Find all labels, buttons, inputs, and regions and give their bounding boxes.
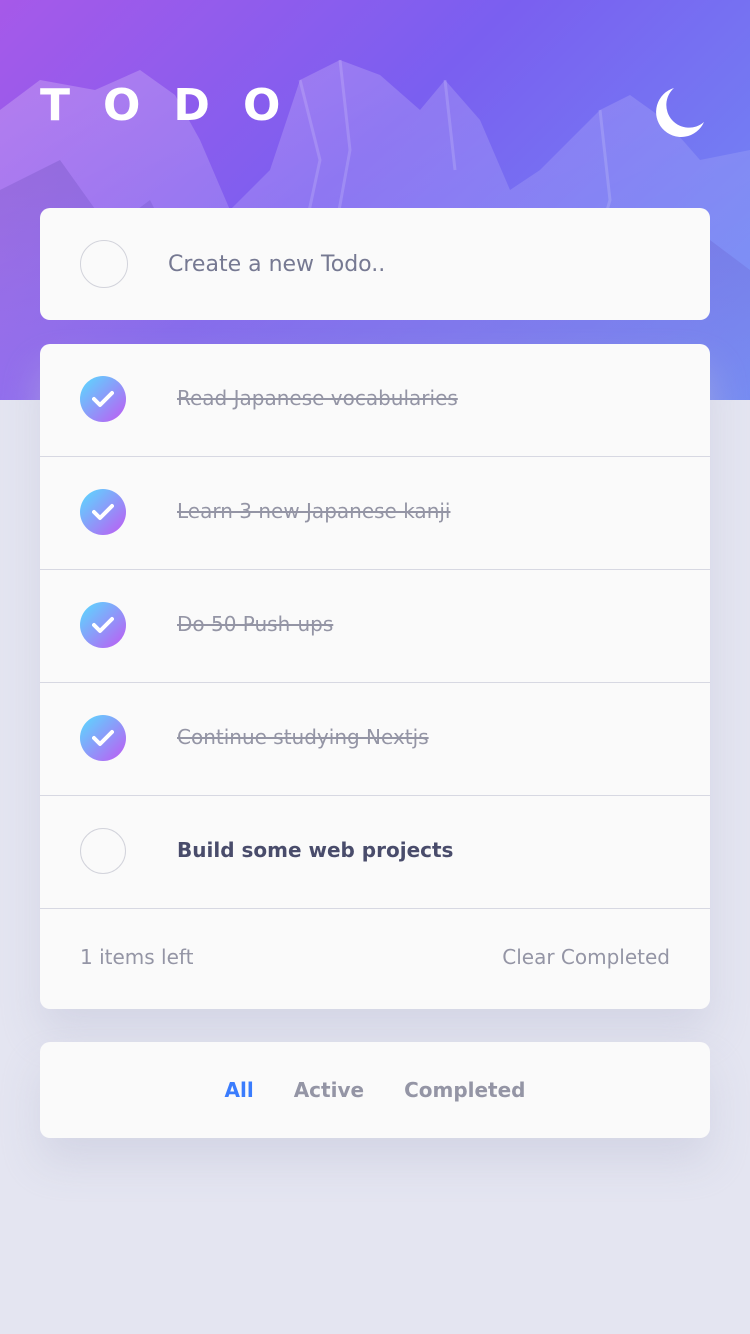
items-left-count: 1 items left [80, 945, 194, 969]
todo-text: Learn 3 new Japanese kanji [177, 499, 451, 523]
new-todo-card [40, 208, 710, 320]
todo-item[interactable]: Build some web projects [40, 796, 710, 909]
header-background-image [0, 0, 750, 400]
todo-text: Read Japanese vocabularies [177, 386, 458, 410]
new-todo-input[interactable] [168, 240, 668, 288]
app-title: TODO [40, 80, 314, 131]
check-icon [92, 504, 114, 520]
todo-checkbox[interactable] [80, 828, 126, 874]
theme-toggle-button[interactable] [652, 84, 708, 140]
check-icon [92, 391, 114, 407]
moon-icon [656, 88, 704, 137]
check-icon [92, 730, 114, 746]
new-todo-checkbox[interactable] [80, 240, 128, 288]
filter-bar: All Active Completed [40, 1042, 710, 1138]
check-icon [92, 617, 114, 633]
todo-checkbox-checked[interactable] [80, 489, 126, 535]
todo-item[interactable]: Read Japanese vocabularies [40, 344, 710, 457]
filter-active[interactable]: Active [294, 1078, 364, 1102]
filter-completed[interactable]: Completed [404, 1078, 525, 1102]
todo-text: Build some web projects [177, 838, 454, 862]
todo-item[interactable]: Learn 3 new Japanese kanji [40, 457, 710, 570]
todo-item[interactable]: Do 50 Push-ups [40, 570, 710, 683]
todo-checkbox-checked[interactable] [80, 602, 126, 648]
todo-text: Do 50 Push-ups [177, 612, 334, 636]
todo-checkbox-checked[interactable] [80, 715, 126, 761]
todo-item[interactable]: Continue studying Nextjs [40, 683, 710, 796]
todo-list-footer: 1 items left Clear Completed [40, 909, 710, 1009]
clear-completed-button[interactable]: Clear Completed [502, 941, 670, 973]
todo-list: Read Japanese vocabularies Learn 3 new J… [40, 344, 710, 1009]
mountain-backdrop [0, 59, 750, 400]
todo-text: Continue studying Nextjs [177, 725, 429, 749]
todo-checkbox-checked[interactable] [80, 376, 126, 422]
filter-all[interactable]: All [225, 1078, 254, 1102]
